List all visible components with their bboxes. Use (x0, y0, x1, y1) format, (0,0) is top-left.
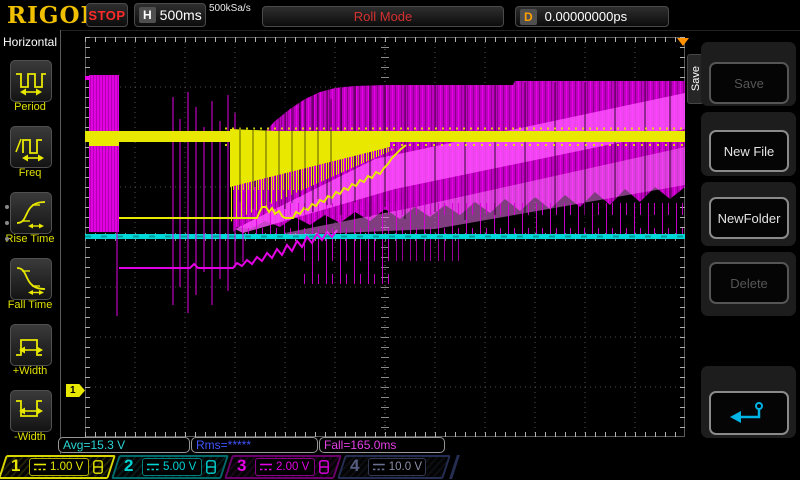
period-icon (13, 65, 49, 97)
dc-coupling-icon (259, 461, 273, 473)
channel-badge-icon (206, 460, 216, 474)
waveform-display (85, 37, 685, 437)
fall-time-icon (13, 263, 49, 295)
menu-item-rise-time[interactable]: Rise Time (0, 192, 60, 254)
channel-2-status[interactable]: 2 5.00 V (115, 455, 225, 479)
ch1-ground-marker[interactable]: 1 (66, 384, 85, 397)
freq-icon (13, 131, 49, 163)
menu-item-period[interactable]: Period (0, 60, 60, 122)
rise-time-icon (13, 197, 49, 229)
top-status-bar: RIGOL STOP H 500ms 500kSa/s Roll Mode D … (0, 0, 800, 31)
page-indicator-dot (5, 237, 9, 241)
minus-width-icon (13, 395, 49, 427)
channel-badge-icon (93, 460, 103, 474)
menu-item-freq[interactable]: Freq (0, 126, 60, 188)
timebase-value: 500ms (160, 7, 202, 23)
channel-1-status[interactable]: 1 1.00 V (2, 455, 112, 479)
measure-menu-title: Horizontal (3, 35, 57, 49)
dc-coupling-icon (146, 461, 160, 473)
measurement-rms: Rms=***** (191, 437, 318, 453)
return-arrow-icon (729, 400, 769, 426)
new-file-button[interactable]: New File (709, 130, 789, 172)
back-button[interactable] (709, 391, 789, 435)
trigger-position-marker[interactable] (677, 38, 689, 46)
run-state-badge: STOP (86, 3, 128, 27)
save-button: Save (709, 62, 789, 104)
delay-key-label: D (520, 9, 537, 25)
timebase-control[interactable]: H 500ms (134, 3, 206, 27)
plus-width-icon (13, 329, 49, 361)
delay-value: 0.00000000ps (545, 9, 627, 24)
channel-status-bar: 1 1.00 V 2 5.00 V (0, 454, 800, 480)
run-state-label: STOP (88, 8, 125, 23)
rigol-logo: RIGOL (7, 2, 98, 29)
measurement-fall: Fall=165.0ms (319, 437, 445, 453)
channel-3-status[interactable]: 3 2.00 V (228, 455, 338, 479)
menu-item-minus-width[interactable]: -Width (0, 390, 60, 452)
measurement-avg: Avg=15.3 V (58, 437, 190, 453)
menu-item-plus-width[interactable]: +Width (0, 324, 60, 386)
horizontal-key-label: H (139, 7, 156, 23)
new-folder-button[interactable]: NewFolder (709, 197, 789, 239)
dc-coupling-icon (372, 461, 386, 473)
acquisition-mode-badge: Roll Mode (262, 6, 504, 27)
menu-item-fall-time[interactable]: Fall Time (0, 258, 60, 320)
delay-control[interactable]: D 0.00000000ps (515, 6, 669, 27)
oscilloscope-screen: RIGOL STOP H 500ms 500kSa/s Roll Mode D … (0, 0, 800, 480)
dc-coupling-icon (33, 461, 47, 473)
sample-rate-label: 500kSa/s (209, 3, 251, 14)
page-indicator-dot (5, 205, 9, 209)
channel-4-status[interactable]: 4 10.0 V (341, 455, 447, 479)
acquisition-mode-label: Roll Mode (354, 9, 413, 24)
page-indicator-dot (5, 221, 9, 225)
delete-button: Delete (709, 262, 789, 304)
channel-badge-icon (319, 460, 329, 474)
measure-menu-panel: Horizontal Period Freq (0, 30, 61, 454)
ch3-trace (85, 75, 685, 316)
ch2-trace (85, 234, 685, 239)
